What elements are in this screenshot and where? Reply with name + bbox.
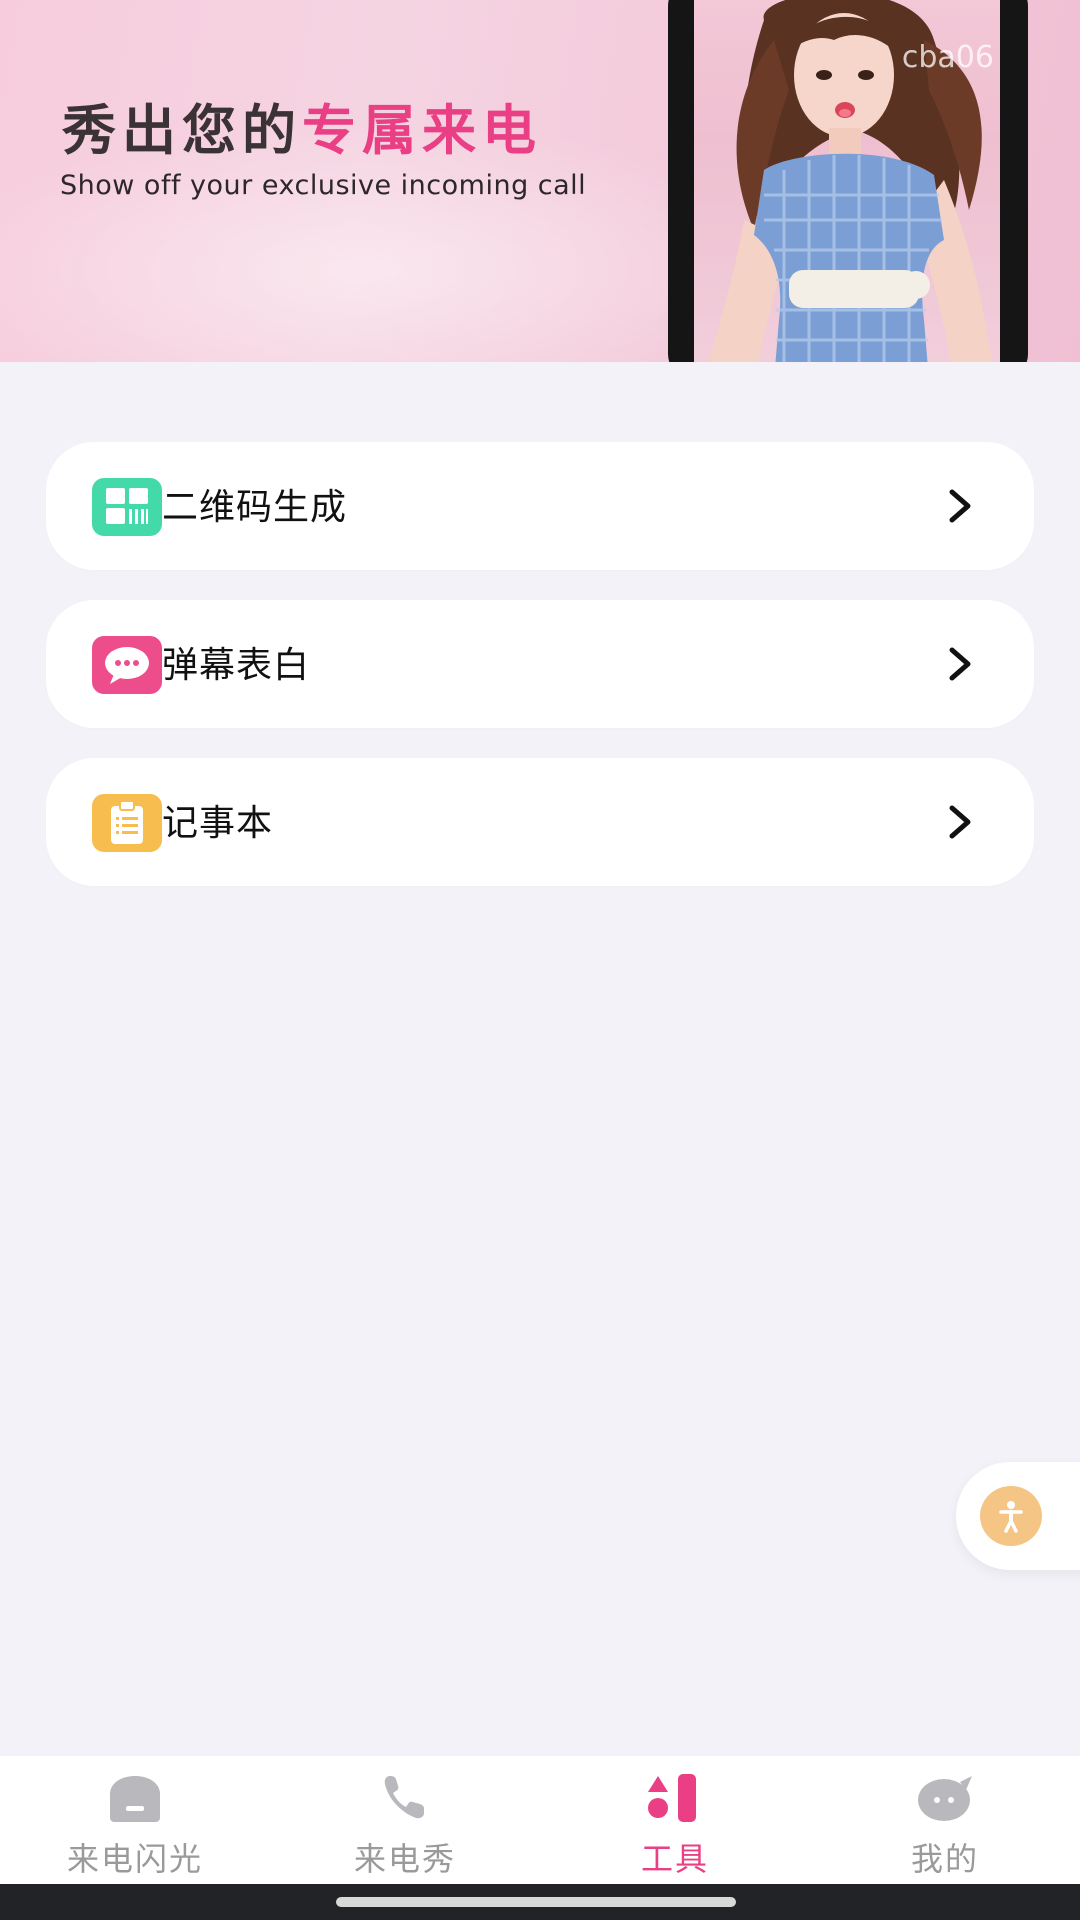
tab-call-show[interactable]: 来电秀 xyxy=(270,1756,540,1884)
phone-mockup-screen: cba06 xyxy=(694,0,1000,362)
floating-assist-tab[interactable] xyxy=(956,1462,1080,1570)
tab-tools[interactable]: 工具 xyxy=(540,1756,810,1884)
tab-label: 来电闪光 xyxy=(66,1840,203,1878)
app-screen: 秀出您的专属来电 Show off your exclusive incomin… xyxy=(0,0,1080,1920)
banner-title-main: 秀出您的 xyxy=(62,99,302,162)
menu-item-label: 二维码生成 xyxy=(162,487,348,528)
accessibility-button[interactable] xyxy=(980,1486,1042,1546)
banner-title-accent: 专属来电 xyxy=(302,99,542,162)
home-indicator[interactable] xyxy=(336,1897,736,1907)
system-navigation-bar xyxy=(0,1884,1080,1920)
banner-subtitle: Show off your exclusive incoming call xyxy=(60,170,587,201)
notepad-icon xyxy=(92,794,162,852)
flash-lamp-icon xyxy=(110,1776,160,1822)
qr-code-icon xyxy=(92,478,162,536)
menu-item-label: 弹幕表白 xyxy=(162,645,311,686)
menu-item-notepad[interactable]: 记事本 xyxy=(46,758,1034,886)
banner-title: 秀出您的专属来电 xyxy=(62,86,542,165)
chevron-right-icon xyxy=(949,489,971,523)
tab-label: 工具 xyxy=(640,1840,709,1878)
tab-call-flash[interactable]: 来电闪光 xyxy=(0,1756,270,1884)
tab-mine[interactable]: 我的 xyxy=(810,1756,1080,1884)
menu-item-danmaku-confession[interactable]: 弹幕表白 xyxy=(46,600,1034,728)
tools-menu-list: 二维码生成 弹幕表白 记事本 xyxy=(46,442,1034,916)
tab-label: 来电秀 xyxy=(353,1840,456,1878)
phone-mockup: cba06 xyxy=(668,0,1028,362)
watermark-text: cba06 xyxy=(901,40,994,75)
phone-icon xyxy=(384,1776,424,1819)
chat-bubble-icon xyxy=(92,636,162,694)
bottom-tab-bar: 来电闪光 来电秀 工具 我的 xyxy=(0,1756,1080,1884)
promo-banner[interactable]: 秀出您的专属来电 Show off your exclusive incomin… xyxy=(0,0,1080,362)
profile-chat-icon xyxy=(918,1776,972,1821)
menu-item-qr-code[interactable]: 二维码生成 xyxy=(46,442,1034,570)
menu-item-label: 记事本 xyxy=(162,803,274,844)
accessibility-icon xyxy=(999,1501,1023,1533)
tools-icon xyxy=(648,1774,696,1822)
chevron-right-icon xyxy=(949,647,971,681)
chevron-right-icon xyxy=(949,805,971,839)
tab-label: 我的 xyxy=(910,1840,979,1878)
